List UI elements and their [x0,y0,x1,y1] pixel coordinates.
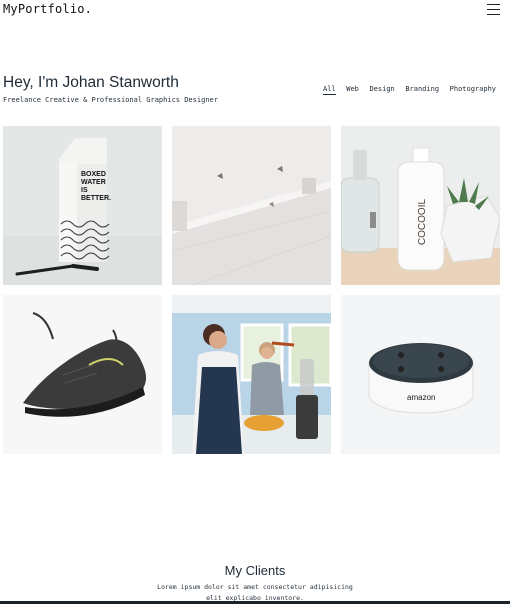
hero-title: Hey, I'm Johan Stanworth [3,74,179,91]
filter-photography[interactable]: Photography [450,85,496,95]
portfolio-item-boxed-water[interactable]: BOXED WATER IS BETTER. [3,126,162,285]
svg-text:IS: IS [81,187,88,194]
svg-text:BOXED: BOXED [81,171,106,178]
portfolio-grid: BOXED WATER IS BETTER. COCOOIL amazon [3,126,501,454]
echo-dot-image: amazon [341,295,500,454]
clients-heading: My Clients [224,563,286,578]
architecture-image [172,126,331,285]
portfolio-item-sneaker[interactable] [3,295,162,454]
hero-subtitle: Freelance Creative & Professional Graphi… [3,96,218,104]
filter-design[interactable]: Design [369,85,394,95]
svg-text:amazon: amazon [407,393,435,402]
portfolio-item-echo-dot[interactable]: amazon [341,295,500,454]
portfolio-filter-nav: All Web Design Branding Photography [323,85,496,95]
boxed-water-image: BOXED WATER IS BETTER. [3,126,162,285]
svg-text:BETTER.: BETTER. [81,195,111,202]
portfolio-item-cooking[interactable] [172,295,331,454]
portfolio-item-cocooil[interactable]: COCOOIL [341,126,500,285]
sneaker-image [3,295,162,454]
svg-text:WATER: WATER [81,179,106,186]
filter-web[interactable]: Web [346,85,359,95]
portfolio-item-architecture[interactable] [172,126,331,285]
filter-branding[interactable]: Branding [405,85,439,95]
svg-text:COCOOIL: COCOOIL [417,199,428,246]
hamburger-menu-icon[interactable] [487,4,500,15]
cocooil-image: COCOOIL [341,126,500,285]
site-logo[interactable]: MyPortfolio. [3,2,92,16]
cooking-image [172,295,331,454]
filter-all[interactable]: All [323,85,336,95]
